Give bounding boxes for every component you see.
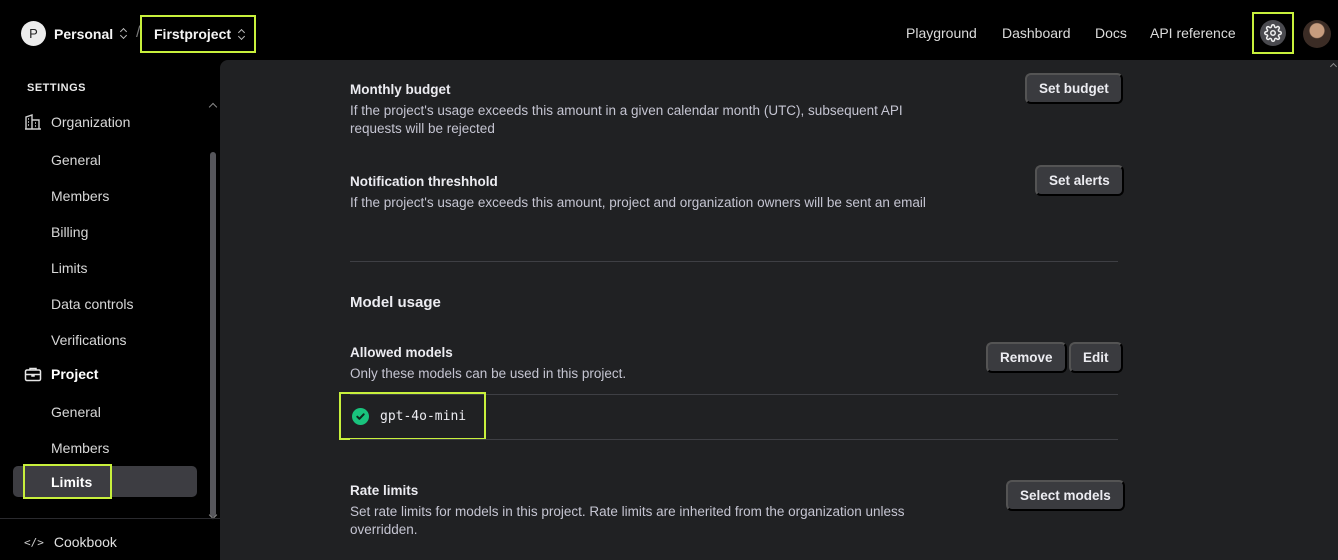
sidebar-item-org-billing[interactable]: Billing	[51, 224, 88, 240]
sidebar-title: SETTINGS	[27, 82, 87, 94]
settings-highlight	[1252, 12, 1294, 54]
select-models-button[interactable]: Select models	[1006, 480, 1125, 511]
project-switcher[interactable]: Firstproject	[140, 15, 256, 53]
code-icon: </>	[24, 535, 44, 549]
monthly-budget-description: If the project's usage exceeds this amou…	[350, 103, 903, 136]
nav-playground[interactable]: Playground	[906, 25, 977, 41]
monthly-budget-title: Monthly budget	[350, 82, 451, 97]
set-alerts-button[interactable]: Set alerts	[1035, 165, 1124, 196]
gear-icon	[1264, 24, 1282, 42]
rate-limits-title: Rate limits	[350, 483, 419, 498]
sidebar-section-project[interactable]: Project	[24, 366, 98, 382]
settings-button[interactable]	[1260, 20, 1286, 46]
user-avatar[interactable]	[1303, 20, 1331, 48]
model-usage-heading: Model usage	[350, 294, 441, 311]
org-avatar: P	[21, 21, 46, 46]
scrollbar-thumb[interactable]	[210, 152, 216, 517]
org-name: Personal	[54, 25, 114, 42]
sidebar-item-org-verifications[interactable]: Verifications	[51, 332, 126, 348]
sidebar-item-org-limits[interactable]: Limits	[51, 260, 88, 276]
org-switcher[interactable]: P Personal	[21, 21, 128, 46]
top-bar: P Personal / Firstproject Playground Das…	[0, 0, 1338, 66]
allowed-models-title: Allowed models	[350, 345, 453, 360]
sidebar-item-cookbook[interactable]: </> Cookbook	[24, 534, 117, 550]
remove-button[interactable]: Remove	[986, 342, 1067, 373]
main-scrollbar[interactable]	[1329, 60, 1338, 560]
check-circle-icon	[352, 407, 369, 425]
sidebar-item-org-members[interactable]: Members	[51, 188, 109, 204]
model-name: gpt-4o-mini	[380, 408, 467, 424]
sidebar-divider	[0, 518, 220, 519]
sidebar-item-org-data-controls[interactable]: Data controls	[51, 296, 133, 312]
briefcase-icon	[24, 367, 42, 382]
model-list-item: gpt-4o-mini	[339, 392, 486, 440]
nav-api-reference[interactable]: API reference	[1150, 25, 1236, 41]
rate-limits-description: Set rate limits for models in this proje…	[350, 504, 905, 537]
project-name: Firstproject	[154, 26, 232, 42]
sidebar-section-label: Project	[51, 366, 99, 382]
settings-sidebar: SETTINGS Organization General Members Bi…	[0, 66, 220, 560]
chevron-up-down-icon	[120, 27, 128, 40]
sidebar-section-label: Organization	[51, 114, 131, 130]
chevron-up-down-icon	[238, 28, 246, 41]
nav-dashboard[interactable]: Dashboard	[1002, 25, 1071, 41]
notification-threshold-title: Notification threshhold	[350, 174, 498, 189]
main-content: Monthly budget If the project's usage ex…	[220, 60, 1338, 560]
section-divider	[350, 261, 1118, 262]
allowed-models-description: Only these models can be used in this pr…	[350, 366, 627, 381]
nav-docs[interactable]: Docs	[1095, 25, 1127, 41]
model-list-bottom-divider	[350, 439, 1118, 440]
sidebar-item-org-general[interactable]: General	[51, 152, 101, 168]
sidebar-scrollbar[interactable]	[207, 100, 219, 522]
sidebar-item-project-general[interactable]: General	[51, 404, 101, 420]
set-budget-button[interactable]: Set budget	[1025, 73, 1123, 104]
edit-button[interactable]: Edit	[1069, 342, 1123, 373]
sidebar-section-organization[interactable]: Organization	[24, 114, 130, 130]
sidebar-item-project-limits[interactable]: Limits	[23, 464, 112, 499]
scroll-up-icon[interactable]	[208, 102, 218, 112]
building-icon	[25, 114, 41, 130]
sidebar-item-project-members[interactable]: Members	[51, 440, 109, 456]
scroll-up-icon[interactable]	[1329, 62, 1338, 71]
cookbook-label: Cookbook	[53, 534, 117, 550]
notification-threshold-description: If the project's usage exceeds this amou…	[350, 195, 926, 210]
